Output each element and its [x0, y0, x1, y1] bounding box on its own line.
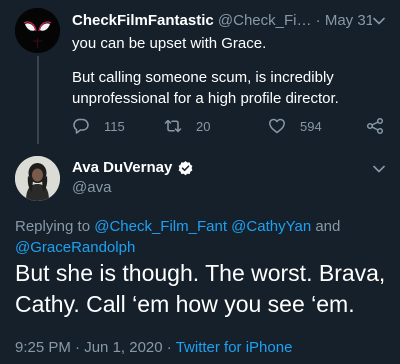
- tweet-actions: 115 20 594: [72, 115, 392, 137]
- tweet-time[interactable]: 9:25 PM: [15, 339, 71, 356]
- replying-prefix: Replying to: [15, 218, 91, 235]
- mention-link[interactable]: @CathyYan: [231, 218, 311, 235]
- chevron-down-icon[interactable]: [372, 162, 386, 176]
- replying-to: Replying to @Check_Film_Fant @CathyYan a…: [15, 216, 390, 258]
- retweet-button[interactable]: 20: [164, 115, 210, 137]
- share-icon: [366, 117, 384, 135]
- separator: ·: [166, 339, 172, 356]
- reply-button[interactable]: 115: [72, 115, 125, 137]
- retweet-icon: [164, 119, 182, 133]
- like-button[interactable]: 594: [268, 115, 322, 137]
- mention-link[interactable]: @Check_Film_Fant: [94, 218, 227, 235]
- tweet-text: you can be upset with Grace. But calling…: [72, 33, 382, 109]
- chevron-down-icon[interactable]: [372, 14, 386, 28]
- spider-mask-avatar: [15, 8, 60, 53]
- retweet-count: 20: [196, 118, 211, 134]
- reply-icon: [73, 118, 89, 134]
- verified-badge-icon: [178, 160, 193, 175]
- separator: ·: [315, 12, 321, 29]
- tweet-source-link[interactable]: Twitter for iPhone: [176, 339, 293, 356]
- avatar-ava-duvernay[interactable]: [15, 156, 60, 201]
- like-icon: [269, 118, 285, 134]
- thread-line: [37, 56, 39, 144]
- tweet-date[interactable]: Jun 1, 2020: [84, 339, 162, 356]
- like-count: 594: [300, 118, 322, 134]
- tweet-text: But she is though. The worst. Brava, Cat…: [15, 260, 386, 317]
- mention-link[interactable]: @GraceRandolph: [15, 239, 135, 256]
- tweet-paragraph-1: you can be upset with Grace.: [72, 35, 267, 52]
- avatar-checkfilmfantastic[interactable]: [15, 8, 60, 53]
- user-handle[interactable]: @Check_Fi…: [218, 12, 312, 29]
- display-name[interactable]: CheckFilmFantastic: [72, 12, 214, 29]
- separator: ·: [75, 339, 81, 356]
- and-word: and: [315, 218, 341, 235]
- profile-photo-icon: [15, 156, 60, 201]
- tweet-date[interactable]: May 31: [325, 12, 372, 29]
- tweet-header: CheckFilmFantastic @Check_Fi… · May 31: [72, 10, 372, 32]
- user-handle[interactable]: @ava: [72, 178, 111, 198]
- tweet-parent[interactable]: CheckFilmFantastic @Check_Fi… · May 31 y…: [0, 0, 400, 148]
- tweet-metadata: 9:25 PM · Jun 1, 2020 · Twitter for iPho…: [15, 338, 390, 358]
- reply-count: 115: [104, 118, 125, 134]
- share-button[interactable]: [366, 115, 384, 137]
- display-name[interactable]: Ava DuVernay: [72, 157, 172, 179]
- tweet-focused: Ava DuVernay @ava Replying to @Check_Fil…: [0, 148, 400, 364]
- display-name-row: Ava DuVernay: [72, 157, 194, 179]
- tweet-paragraph-2: But calling someone scum, is incredibly …: [72, 69, 339, 107]
